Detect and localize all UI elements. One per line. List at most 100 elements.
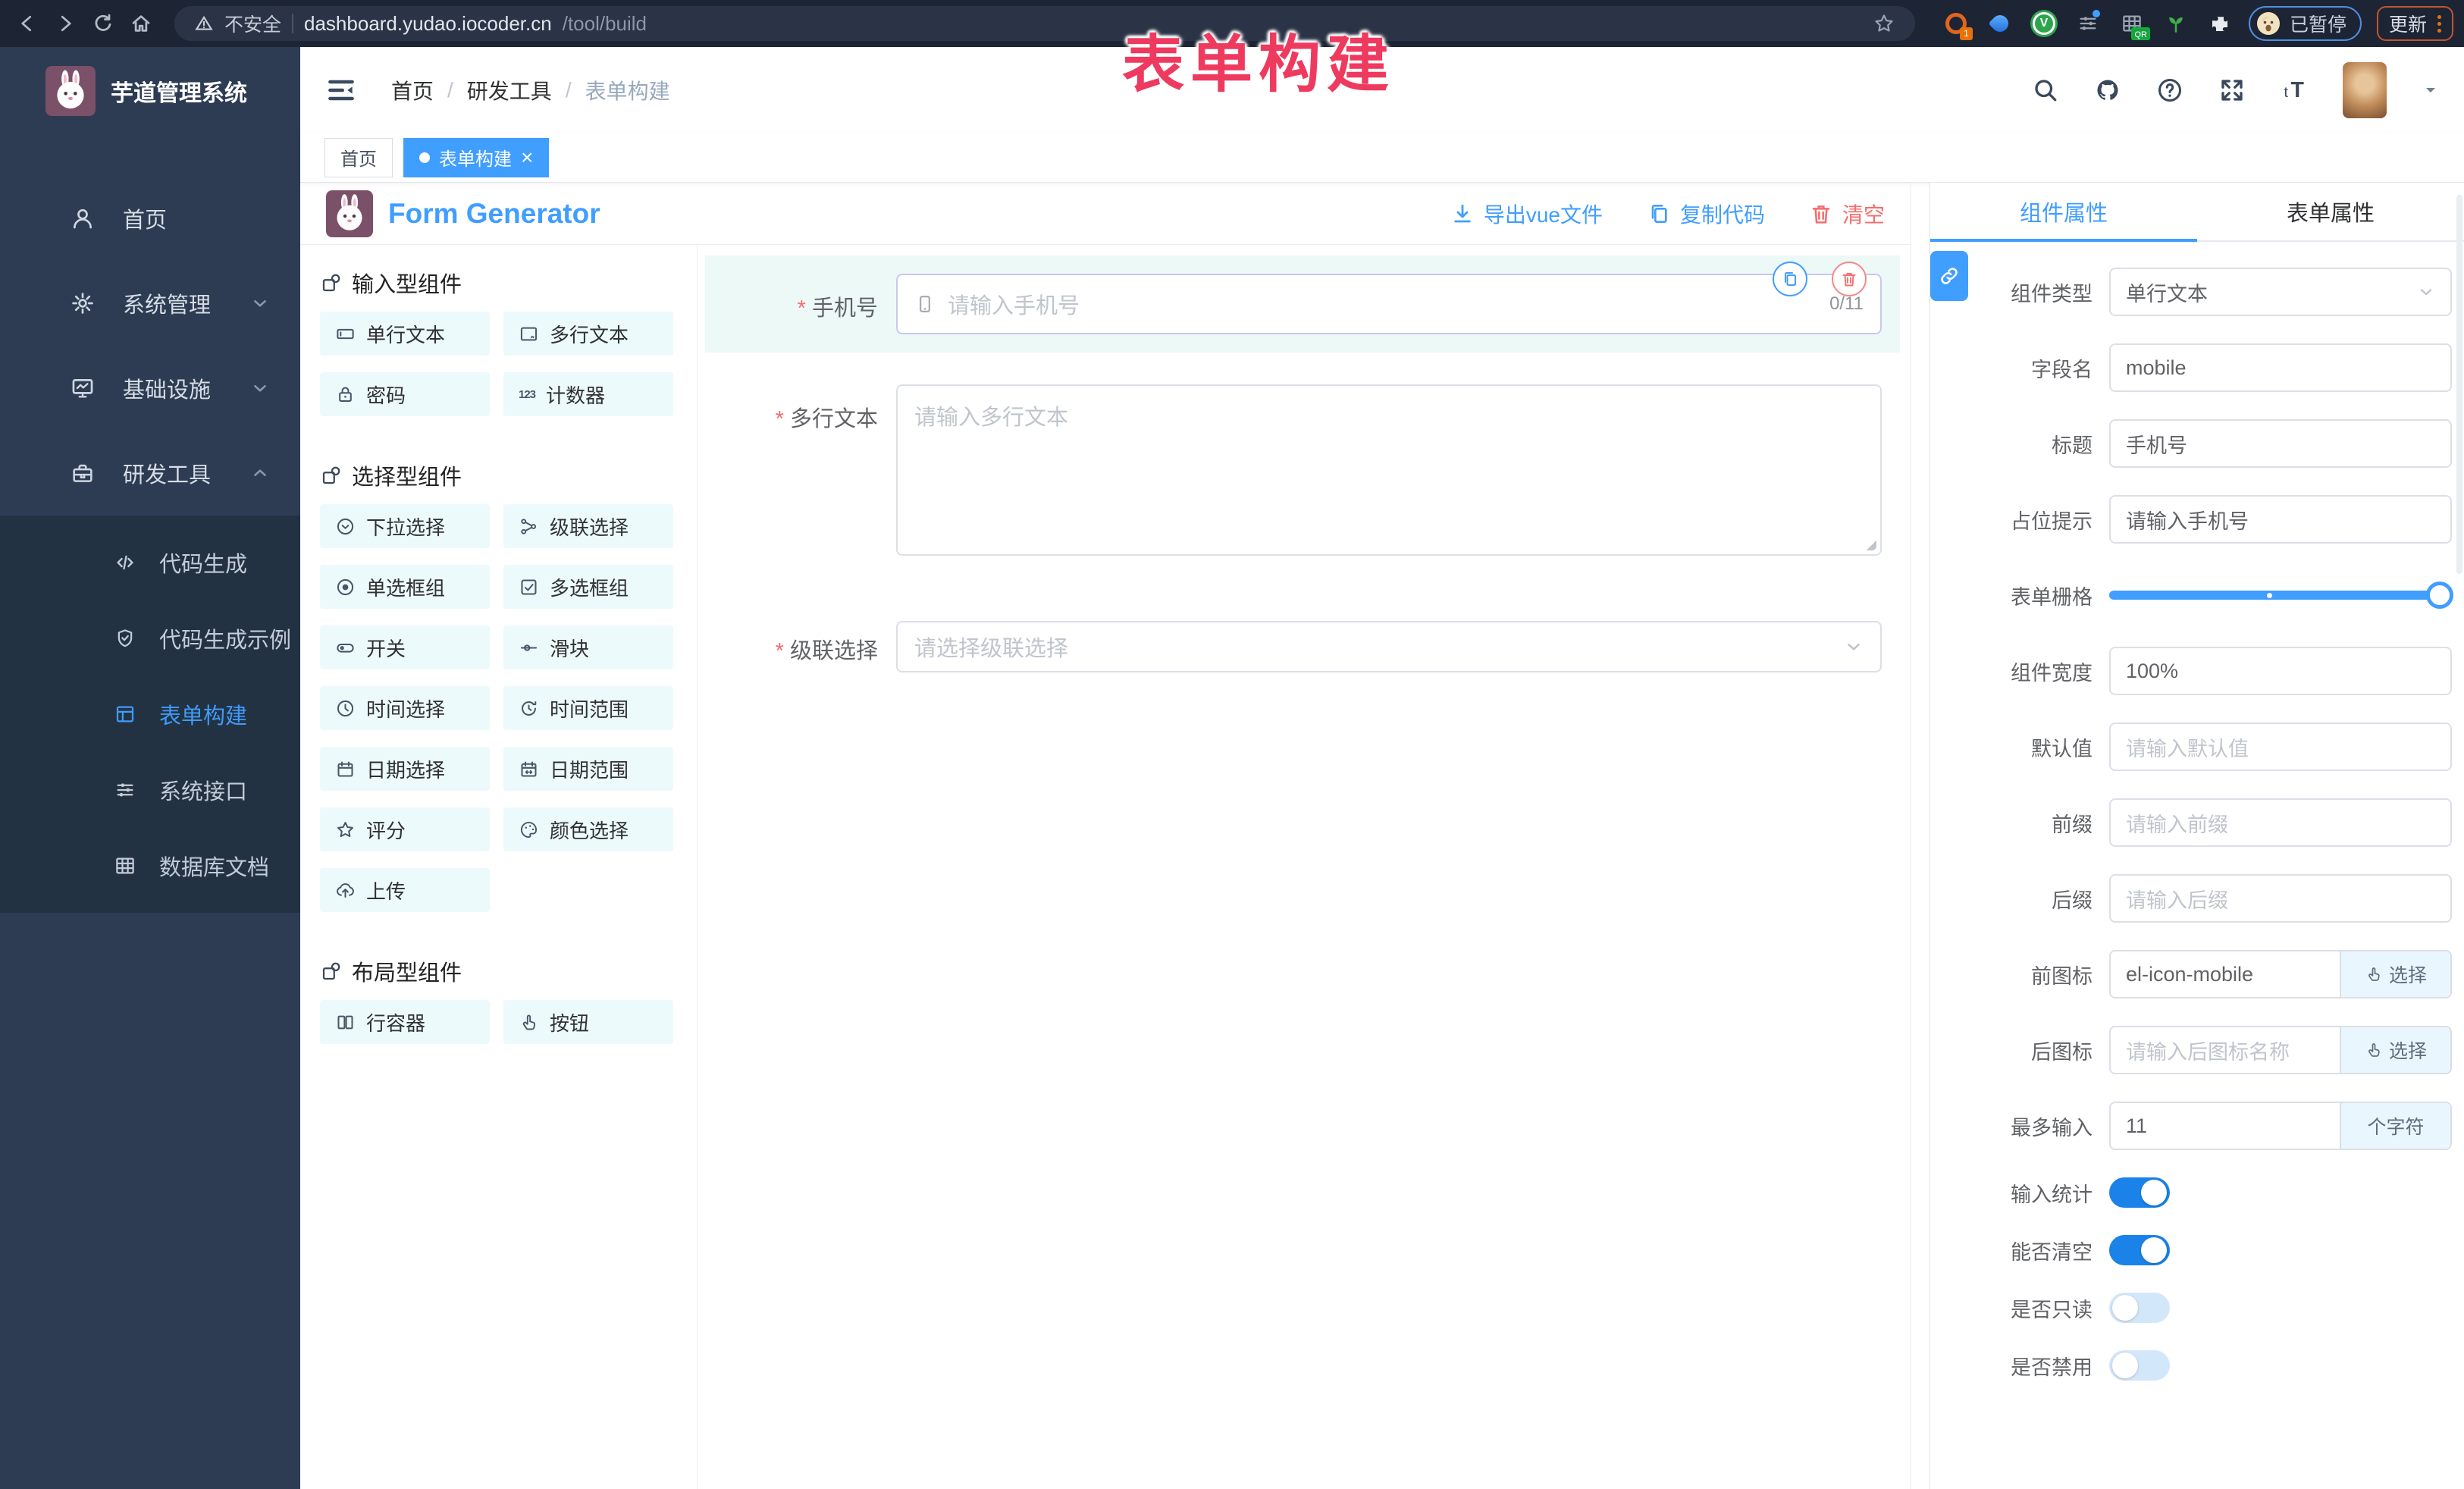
canvas-field-cascader[interactable]: 级联选择 请选择级联选择 xyxy=(705,621,1900,672)
menu-fold-icon[interactable] xyxy=(324,74,358,107)
scrollbar-thumb[interactable] xyxy=(2456,195,2462,574)
component-item-time-range[interactable]: 时间范围 xyxy=(503,686,673,730)
sidebar-item-dev-tools[interactable]: 研发工具 xyxy=(0,431,300,516)
extension-orange-ring-icon[interactable]: 1 xyxy=(1942,10,1970,37)
title-input[interactable]: 手机号 xyxy=(2109,419,2452,468)
placeholder-input[interactable]: 请输入手机号 xyxy=(2109,495,2452,544)
bookmark-star-icon[interactable] xyxy=(1873,12,1895,35)
slider-handle[interactable] xyxy=(2426,581,2453,609)
component-item-rate[interactable]: 评分 xyxy=(320,807,490,851)
max-length-input[interactable]: 11 个字符 xyxy=(2109,1102,2452,1150)
link-affix-button[interactable] xyxy=(1930,251,1968,301)
component-item-upload[interactable]: 上传 xyxy=(320,868,490,912)
component-type-select[interactable]: 单行文本 xyxy=(2109,268,2452,316)
resize-handle[interactable] xyxy=(1865,539,1876,550)
upload-icon xyxy=(335,880,356,901)
close-icon[interactable]: × xyxy=(521,147,533,168)
component-item-color-picker[interactable]: 颜色选择 xyxy=(503,807,673,851)
choose-prefix-icon-button[interactable]: 选择 xyxy=(2340,951,2450,997)
address-bar[interactable]: 不安全 dashboard.yudao.iocoder.cn /tool/bui… xyxy=(174,6,1915,41)
component-item-multi-line-text[interactable]: 多行文本 xyxy=(503,312,673,356)
component-item-date-picker[interactable]: 日期选择 xyxy=(320,747,490,791)
extensions-puzzle-icon[interactable] xyxy=(2206,10,2234,37)
tag-home[interactable]: 首页 xyxy=(324,138,393,177)
default-value-input[interactable]: 请输入默认值 xyxy=(2109,723,2452,771)
sidebar-item-system-api[interactable]: 系统接口 xyxy=(0,752,300,828)
font-size-icon[interactable] xyxy=(2281,77,2308,104)
form-grid-slider[interactable] xyxy=(2109,571,2452,619)
sidebar-item-home[interactable]: 首页 xyxy=(0,176,300,261)
disabled-toggle[interactable] xyxy=(2109,1350,2170,1381)
browser-back-button[interactable] xyxy=(11,7,44,40)
readonly-toggle[interactable] xyxy=(2109,1293,2170,1323)
canvas-field-textarea[interactable]: 多行文本 请输入多行文本 xyxy=(705,384,1900,556)
search-icon[interactable] xyxy=(2032,77,2059,104)
export-vue-button[interactable]: 导出vue文件 xyxy=(1450,199,1603,229)
suffix-icon-input[interactable]: 请输入后图标名称 选择 xyxy=(2109,1026,2452,1074)
github-icon[interactable] xyxy=(2094,77,2121,104)
sidebar-item-infrastructure[interactable]: 基础设施 xyxy=(0,346,300,431)
section-title-input-components: 输入型组件 xyxy=(320,265,697,301)
breadcrumb-dev-tools[interactable]: 研发工具 xyxy=(467,75,552,105)
suffix-input[interactable]: 请输入后缀 xyxy=(2109,874,2452,923)
component-item-switch[interactable]: 开关 xyxy=(320,625,490,669)
prefix-input[interactable]: 请输入前缀 xyxy=(2109,798,2452,847)
sidebar-item-form-builder[interactable]: 表单构建 xyxy=(0,676,300,752)
tab-form-properties[interactable]: 表单属性 xyxy=(2197,183,2464,240)
copy-field-button[interactable] xyxy=(1773,262,1807,296)
browser-profile-chip[interactable]: 已暂停 xyxy=(2249,6,2362,41)
sidebar-item-code-gen-example[interactable]: 代码生成示例 xyxy=(0,600,300,676)
component-item-time-picker[interactable]: 时间选择 xyxy=(320,686,490,730)
component-item-button[interactable]: 按钮 xyxy=(503,1000,673,1044)
breadcrumb-home[interactable]: 首页 xyxy=(391,75,434,105)
input-statistics-toggle[interactable] xyxy=(2109,1177,2170,1208)
browser-reload-button[interactable] xyxy=(86,7,120,40)
tab-component-properties[interactable]: 组件属性 xyxy=(1930,183,2197,240)
extension-sliders-icon[interactable] xyxy=(2074,10,2102,37)
browser-home-button[interactable] xyxy=(124,7,158,40)
canvas-field-mobile[interactable]: 手机号 请输入手机号 0/11 xyxy=(705,255,1900,353)
browser-update-button[interactable]: 更新 xyxy=(2377,6,2453,41)
component-item-dropdown-select[interactable]: 下拉选择 xyxy=(320,504,490,548)
component-item-counter[interactable]: 123计数器 xyxy=(503,372,673,416)
sidebar-logo-row[interactable]: 芋道管理系统 xyxy=(0,47,300,135)
phone-icon xyxy=(914,293,936,315)
component-item-radio-group[interactable]: 单选框组 xyxy=(320,565,490,609)
component-item-slider[interactable]: 滑块 xyxy=(503,625,673,669)
unit-label: 个字符 xyxy=(2340,1103,2450,1149)
tag-form-builder[interactable]: 表单构建 × xyxy=(403,138,549,177)
extension-plant-icon[interactable] xyxy=(2162,10,2190,37)
component-item-cascader[interactable]: 级联选择 xyxy=(503,504,673,548)
user-avatar[interactable] xyxy=(2343,62,2387,118)
component-item-single-line-text[interactable]: 单行文本 xyxy=(320,312,490,356)
extension-green-circle-icon[interactable]: V xyxy=(2030,10,2058,37)
extension-qr-icon[interactable]: QR xyxy=(2118,10,2146,37)
form-grid-icon xyxy=(114,703,136,726)
clear-button[interactable]: 清空 xyxy=(1809,199,1885,229)
choose-suffix-icon-button[interactable]: 选择 xyxy=(2340,1027,2450,1073)
sidebar-item-system-management[interactable]: 系统管理 xyxy=(0,261,300,346)
fullscreen-icon[interactable] xyxy=(2218,77,2246,104)
extension-blue-drop-icon[interactable] xyxy=(1986,10,2014,37)
sidebar-item-code-generation[interactable]: 代码生成 xyxy=(0,525,300,600)
help-icon[interactable] xyxy=(2156,77,2183,104)
field-name-input[interactable]: mobile xyxy=(2109,343,2452,392)
component-width-input[interactable]: 100% xyxy=(2109,647,2452,695)
cascader-select[interactable]: 请选择级联选择 xyxy=(896,621,1882,672)
copy-code-button[interactable]: 复制代码 xyxy=(1647,199,1765,229)
component-item-date-range[interactable]: 日期范围 xyxy=(503,747,673,791)
caret-down-icon[interactable] xyxy=(2422,81,2440,99)
textarea-input[interactable]: 请输入多行文本 xyxy=(896,384,1882,556)
clearable-toggle[interactable] xyxy=(2109,1235,2170,1265)
prefix-icon-input[interactable]: el-icon-mobile 选择 xyxy=(2109,950,2452,998)
component-item-checkbox-group[interactable]: 多选框组 xyxy=(503,565,673,609)
table-icon xyxy=(114,854,136,877)
component-item-row-container[interactable]: 行容器 xyxy=(320,1000,490,1044)
browser-forward-button[interactable] xyxy=(49,7,82,40)
delete-field-button[interactable] xyxy=(1832,262,1867,296)
radio-icon xyxy=(335,577,356,597)
mobile-input[interactable]: 请输入手机号 0/11 xyxy=(896,274,1882,334)
browser-menu-dots-icon[interactable] xyxy=(2437,15,2441,33)
component-item-password[interactable]: 密码 xyxy=(320,372,490,416)
sidebar-item-database-docs[interactable]: 数据库文档 xyxy=(0,828,300,904)
